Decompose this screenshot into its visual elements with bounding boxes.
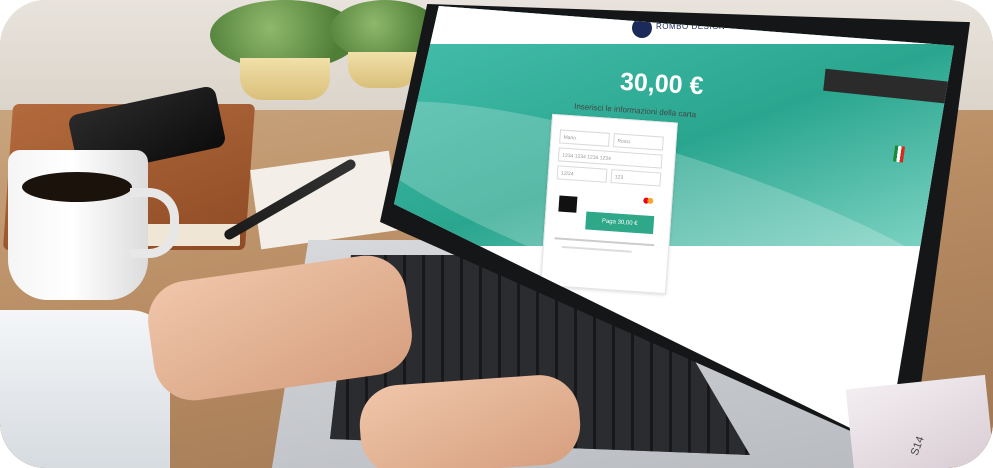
name-field[interactable]: Mario — [559, 129, 610, 147]
expiry-field[interactable]: 12/24 — [556, 165, 608, 183]
plant-pot-2 — [348, 52, 418, 88]
shirt-sleeve — [0, 310, 170, 468]
legal-text-line-2 — [561, 245, 632, 253]
card-number-field[interactable]: 1234 1234 1234 1234 — [557, 147, 663, 169]
card-chip-icon — [558, 195, 578, 213]
surname-field[interactable]: Rossi — [612, 133, 664, 151]
photo-frame: ROMBO DESIGN 30,00 € Inserisci le inform… — [0, 0, 993, 468]
coffee — [22, 172, 132, 202]
cup-handle — [130, 188, 179, 258]
plant-pot — [240, 58, 330, 100]
mastercard-icon — [643, 197, 654, 206]
legal-text-line — [554, 237, 655, 247]
cvc-field[interactable]: 123 — [610, 169, 662, 187]
pay-button[interactable]: Paga 30,00 € — [585, 211, 655, 235]
payment-amount: 30,00 € — [619, 67, 705, 101]
right-hand — [357, 372, 583, 468]
payment-form: Mario Rossi 1234 1234 1234 1234 12/24 12… — [540, 113, 678, 295]
